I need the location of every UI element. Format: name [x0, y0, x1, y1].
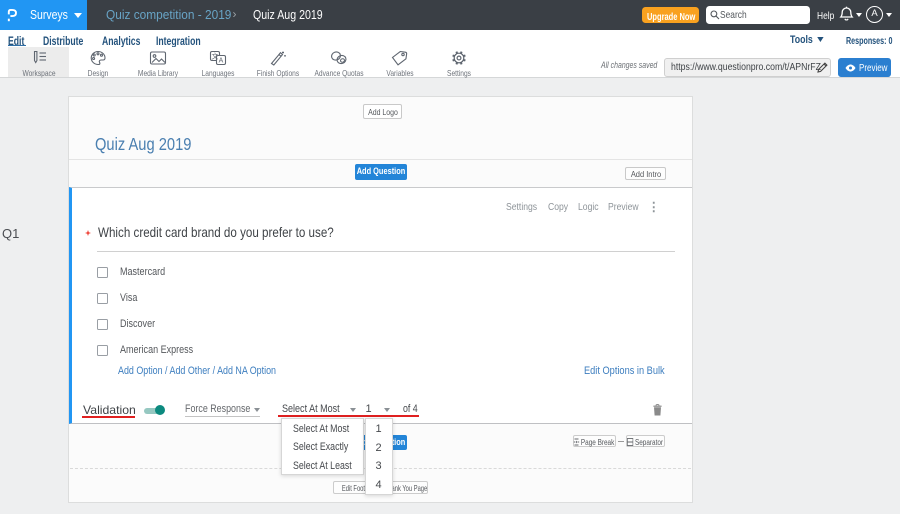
svg-text:A: A: [219, 57, 224, 64]
svg-text:文: 文: [212, 51, 219, 60]
